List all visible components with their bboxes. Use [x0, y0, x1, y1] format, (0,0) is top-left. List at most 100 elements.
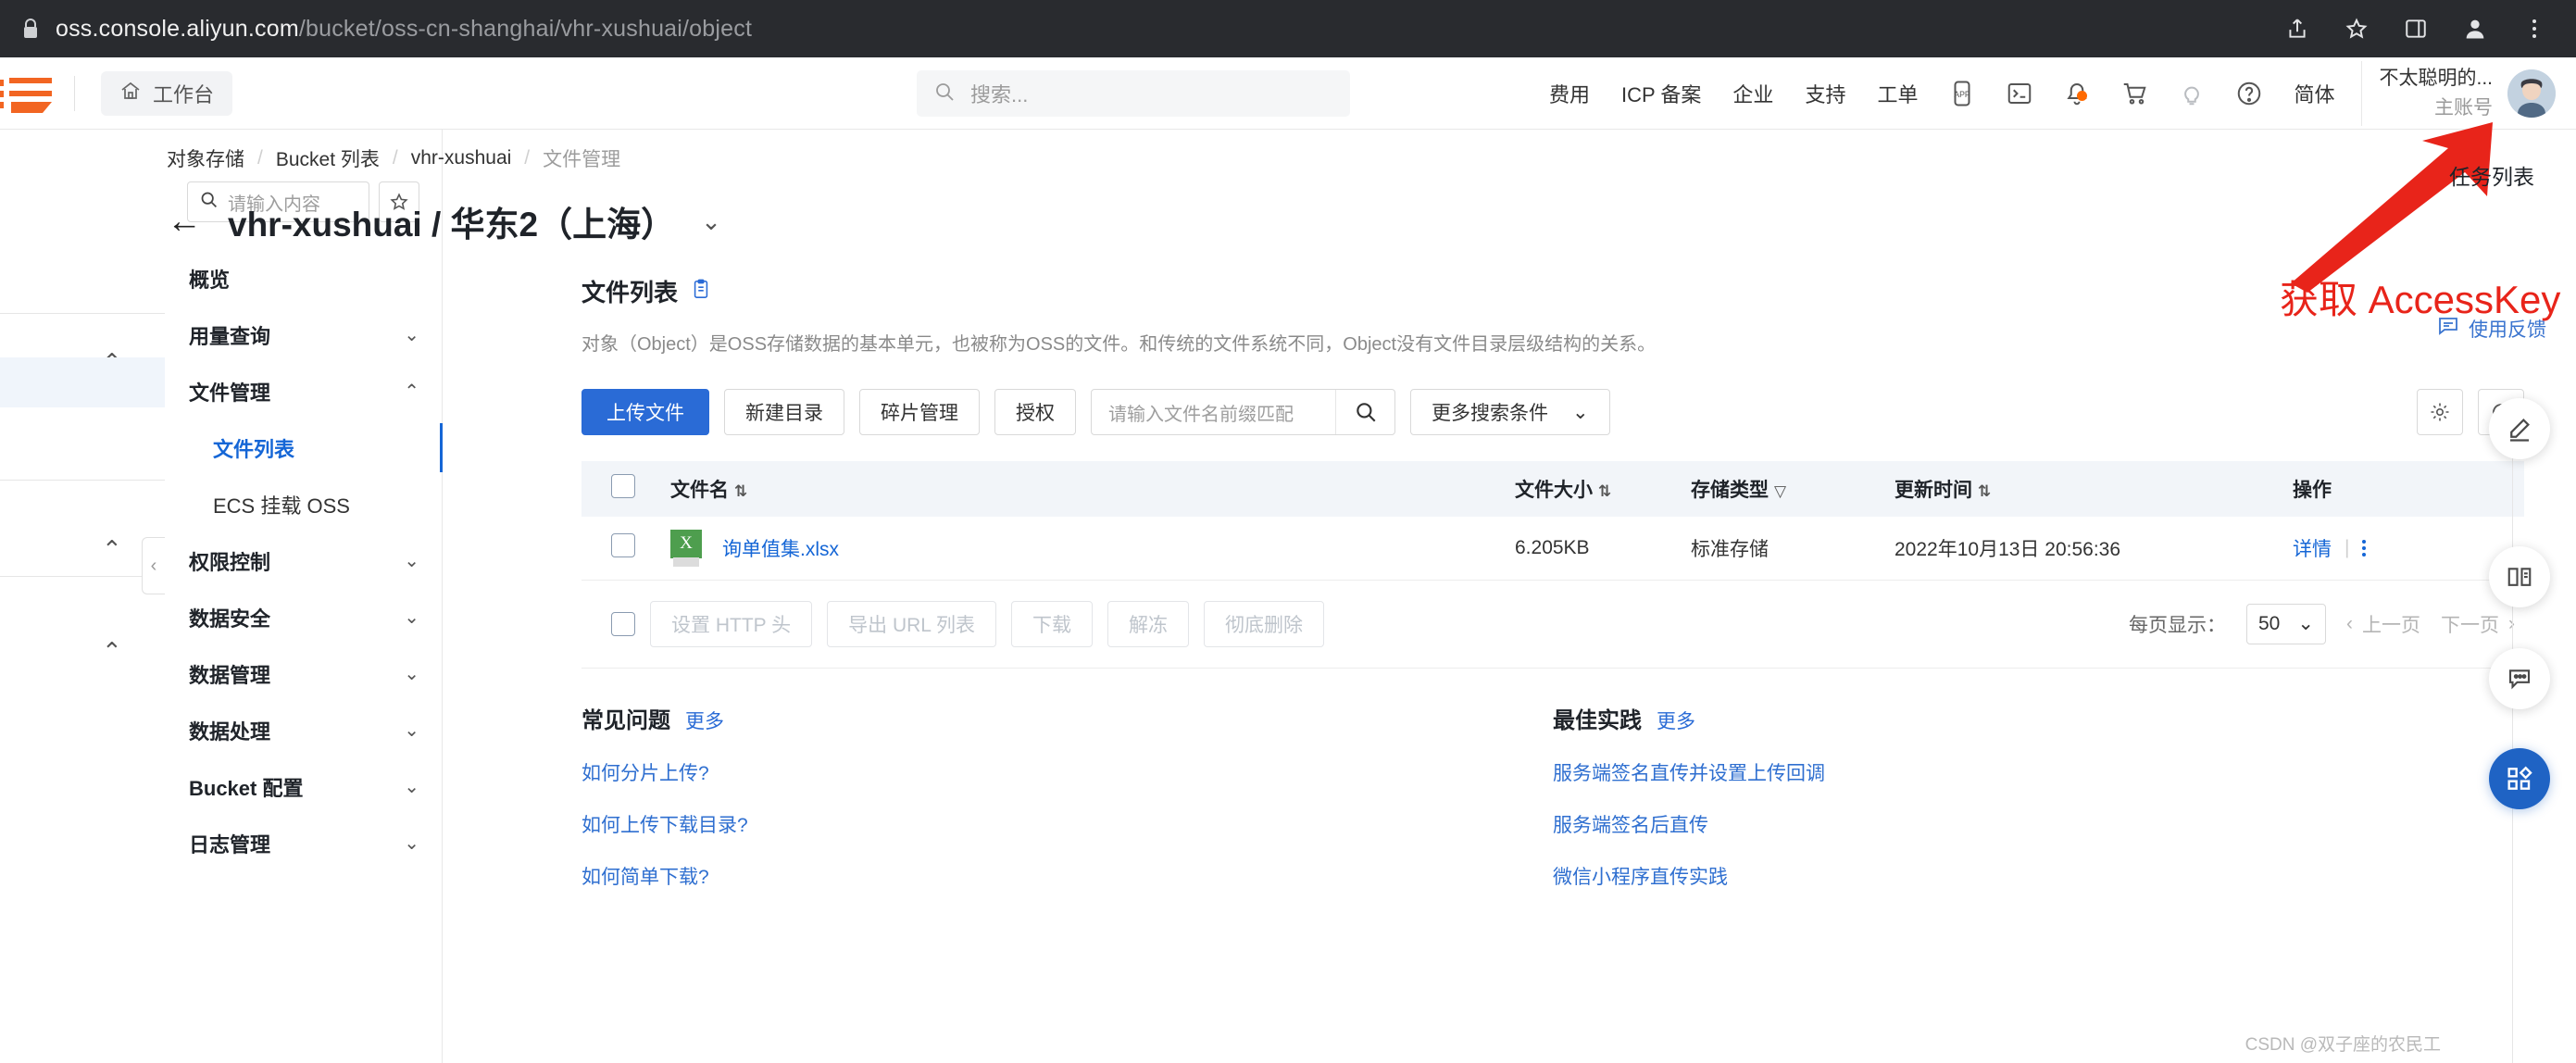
- app-icon[interactable]: APP: [1933, 80, 1991, 107]
- faq-title: 常见问题: [581, 702, 670, 734]
- sidebar-item-label: 日志管理: [189, 829, 270, 858]
- row-checkbox[interactable]: [611, 533, 635, 557]
- watermark: CSDN @双子座的农民工: [2245, 1031, 2441, 1056]
- profile-icon[interactable]: [2459, 13, 2491, 44]
- kebab-menu-icon[interactable]: [2362, 540, 2366, 557]
- gear-icon[interactable]: [2417, 389, 2463, 435]
- column-header-filesize[interactable]: 文件大小⇅: [1515, 461, 1691, 517]
- sidebar-item-file-management[interactable]: 文件管理 ⌃: [165, 363, 442, 419]
- faq-link-2[interactable]: 如何上传下载目录?: [581, 810, 1553, 838]
- terminal-icon[interactable]: [1991, 80, 2048, 107]
- side-panel-icon[interactable]: [2400, 13, 2432, 44]
- set-http-header-button[interactable]: 设置 HTTP 头: [650, 601, 812, 647]
- kebab-menu-icon[interactable]: [2519, 13, 2550, 44]
- cell-updated: 2022年10月13日 20:56:36: [1894, 517, 2293, 580]
- sidebar-item-bucket-config[interactable]: Bucket 配置 ⌄: [165, 758, 442, 815]
- best-practice-more-link[interactable]: 更多: [1657, 707, 1695, 734]
- breadcrumb-item-bucket-list[interactable]: Bucket 列表: [276, 144, 380, 172]
- delete-permanently-button[interactable]: 彻底删除: [1204, 601, 1324, 647]
- breadcrumb-item-oss[interactable]: 对象存储: [167, 144, 244, 172]
- best-practice-link-1[interactable]: 服务端签名直传并设置上传回调: [1553, 758, 2524, 786]
- more-filters-dropdown[interactable]: 更多搜索条件 ⌄: [1410, 389, 1610, 435]
- faq-more-link[interactable]: 更多: [685, 707, 724, 734]
- sidebar-item-ecs-mount-oss[interactable]: ECS 挂载 OSS: [165, 476, 442, 532]
- faq-link-1[interactable]: 如何分片上传?: [581, 758, 1553, 786]
- new-directory-button[interactable]: 新建目录: [724, 389, 844, 435]
- section-description: 对象（Object）是OSS存储数据的基本单元，也被称为OSS的文件。和传统的文…: [581, 329, 2524, 356]
- sidebar-item-file-list[interactable]: 文件列表: [165, 419, 442, 476]
- search-icon[interactable]: [1335, 390, 1394, 434]
- pencil-icon[interactable]: [2489, 398, 2550, 459]
- svg-text:APP: APP: [1955, 89, 1971, 98]
- nav-link-fees[interactable]: 费用: [1533, 79, 1606, 108]
- column-header-updated[interactable]: 更新时间 ⇅: [1894, 461, 2293, 517]
- faq-link-3[interactable]: 如何简单下载?: [581, 862, 1553, 890]
- url-path: /bucket/oss-cn-shanghai/vhr-xushuai/obje…: [299, 16, 752, 42]
- prev-page-button[interactable]: ‹ 上一页: [2346, 610, 2420, 638]
- nav-link-enterprise[interactable]: 企业: [1717, 79, 1789, 108]
- back-arrow-icon[interactable]: ←: [167, 204, 202, 239]
- account-menu[interactable]: 不太聪明的... 主账号: [2362, 64, 2576, 122]
- bell-icon[interactable]: [2048, 80, 2106, 107]
- export-url-list-button[interactable]: 导出 URL 列表: [827, 601, 996, 647]
- best-practice-panel: 最佳实践 更多 服务端签名直传并设置上传回调 服务端签名后直传 微信小程序直传实…: [1553, 702, 2524, 890]
- share-icon[interactable]: [2282, 13, 2313, 44]
- authorize-button[interactable]: 授权: [994, 389, 1076, 435]
- sidebar-item-data-management[interactable]: 数据管理 ⌄: [165, 645, 442, 702]
- filter-icon[interactable]: ▽: [1774, 482, 1785, 500]
- upload-file-button[interactable]: 上传文件: [581, 389, 709, 435]
- sidebar-item-log-management[interactable]: 日志管理 ⌄: [165, 815, 442, 871]
- nav-link-icp[interactable]: ICP 备案: [1606, 79, 1717, 108]
- nav-link-support[interactable]: 支持: [1789, 79, 1861, 108]
- column-header-storage-type[interactable]: 存储类型▽: [1691, 461, 1894, 517]
- download-button[interactable]: 下载: [1011, 601, 1093, 647]
- sidebar-item-usage-query[interactable]: 用量查询 ⌄: [165, 306, 442, 363]
- chat-icon[interactable]: [2489, 648, 2550, 709]
- best-practice-link-3[interactable]: 微信小程序直传实践: [1553, 862, 2524, 890]
- strip-chevron-2-icon[interactable]: ⌃: [102, 535, 122, 564]
- global-search-input[interactable]: 搜索...: [917, 70, 1350, 117]
- top-navigation-bar: 工作台 搜索... 费用 ICP 备案 企业 支持 工单 APP: [0, 57, 2576, 130]
- column-header-filename[interactable]: 文件名⇅: [670, 461, 1515, 517]
- sidebar-item-data-security[interactable]: 数据安全 ⌄: [165, 589, 442, 645]
- clipboard-icon[interactable]: [691, 278, 711, 305]
- book-icon[interactable]: [2489, 546, 2550, 607]
- sidebar-item-label: 数据处理: [189, 716, 270, 745]
- sidebar-item-overview[interactable]: 概览: [165, 250, 442, 306]
- best-practice-link-2[interactable]: 服务端签名后直传: [1553, 810, 2524, 838]
- file-prefix-search-input[interactable]: 请输入文件名前缀匹配: [1092, 390, 1335, 434]
- workbench-button[interactable]: 工作台: [101, 71, 232, 116]
- select-all-checkbox[interactable]: [611, 474, 635, 498]
- sidebar-item-permission-control[interactable]: 权限控制 ⌄: [165, 532, 442, 589]
- sort-icon[interactable]: ⇅: [734, 482, 746, 500]
- language-switcher[interactable]: 简体: [2278, 79, 2350, 108]
- strip-chevron-3-icon[interactable]: ⌃: [102, 637, 122, 666]
- column-label: 更新时间: [1894, 480, 1972, 501]
- bulb-icon[interactable]: [2163, 80, 2220, 107]
- unfreeze-button[interactable]: 解冻: [1107, 601, 1189, 647]
- cart-icon[interactable]: [2106, 80, 2163, 107]
- file-prefix-search[interactable]: 请输入文件名前缀匹配: [1091, 389, 1395, 435]
- sort-icon[interactable]: ⇅: [1598, 482, 1610, 500]
- breadcrumb-item-bucket-name[interactable]: vhr-xushuai: [411, 147, 512, 169]
- star-icon[interactable]: [2341, 13, 2372, 44]
- nav-link-ticket[interactable]: 工单: [1861, 79, 1933, 108]
- task-list-label: 任务列表: [2449, 159, 2534, 191]
- sidebar-item-label: 数据管理: [189, 659, 270, 689]
- sidebar-item-data-processing[interactable]: 数据处理 ⌄: [165, 702, 442, 758]
- sort-icon[interactable]: ⇅: [1978, 482, 1990, 500]
- help-icon[interactable]: [2220, 80, 2278, 107]
- apps-icon[interactable]: [2489, 748, 2550, 809]
- chevron-down-icon: ⌄: [404, 775, 419, 798]
- url-bar[interactable]: oss.console.aliyun.com/bucket/oss-cn-sha…: [56, 16, 752, 43]
- aliyun-logo[interactable]: [0, 72, 69, 115]
- sidebar-item-label: 文件管理: [189, 377, 270, 406]
- batch-select-checkbox[interactable]: [611, 612, 635, 636]
- sidebar-collapse-button[interactable]: ‹: [142, 537, 165, 594]
- fragment-management-button[interactable]: 碎片管理: [859, 389, 980, 435]
- page-size-select[interactable]: 50 ⌄: [2246, 604, 2326, 644]
- chevron-down-icon[interactable]: ⌄: [701, 207, 721, 236]
- detail-link[interactable]: 详情: [2293, 534, 2332, 562]
- file-name-link[interactable]: 询单值集.xlsx: [722, 534, 839, 562]
- table-row[interactable]: X 询单值集.xlsx 6.205KB 标准存储 2022年10月13日 20:…: [581, 517, 2524, 580]
